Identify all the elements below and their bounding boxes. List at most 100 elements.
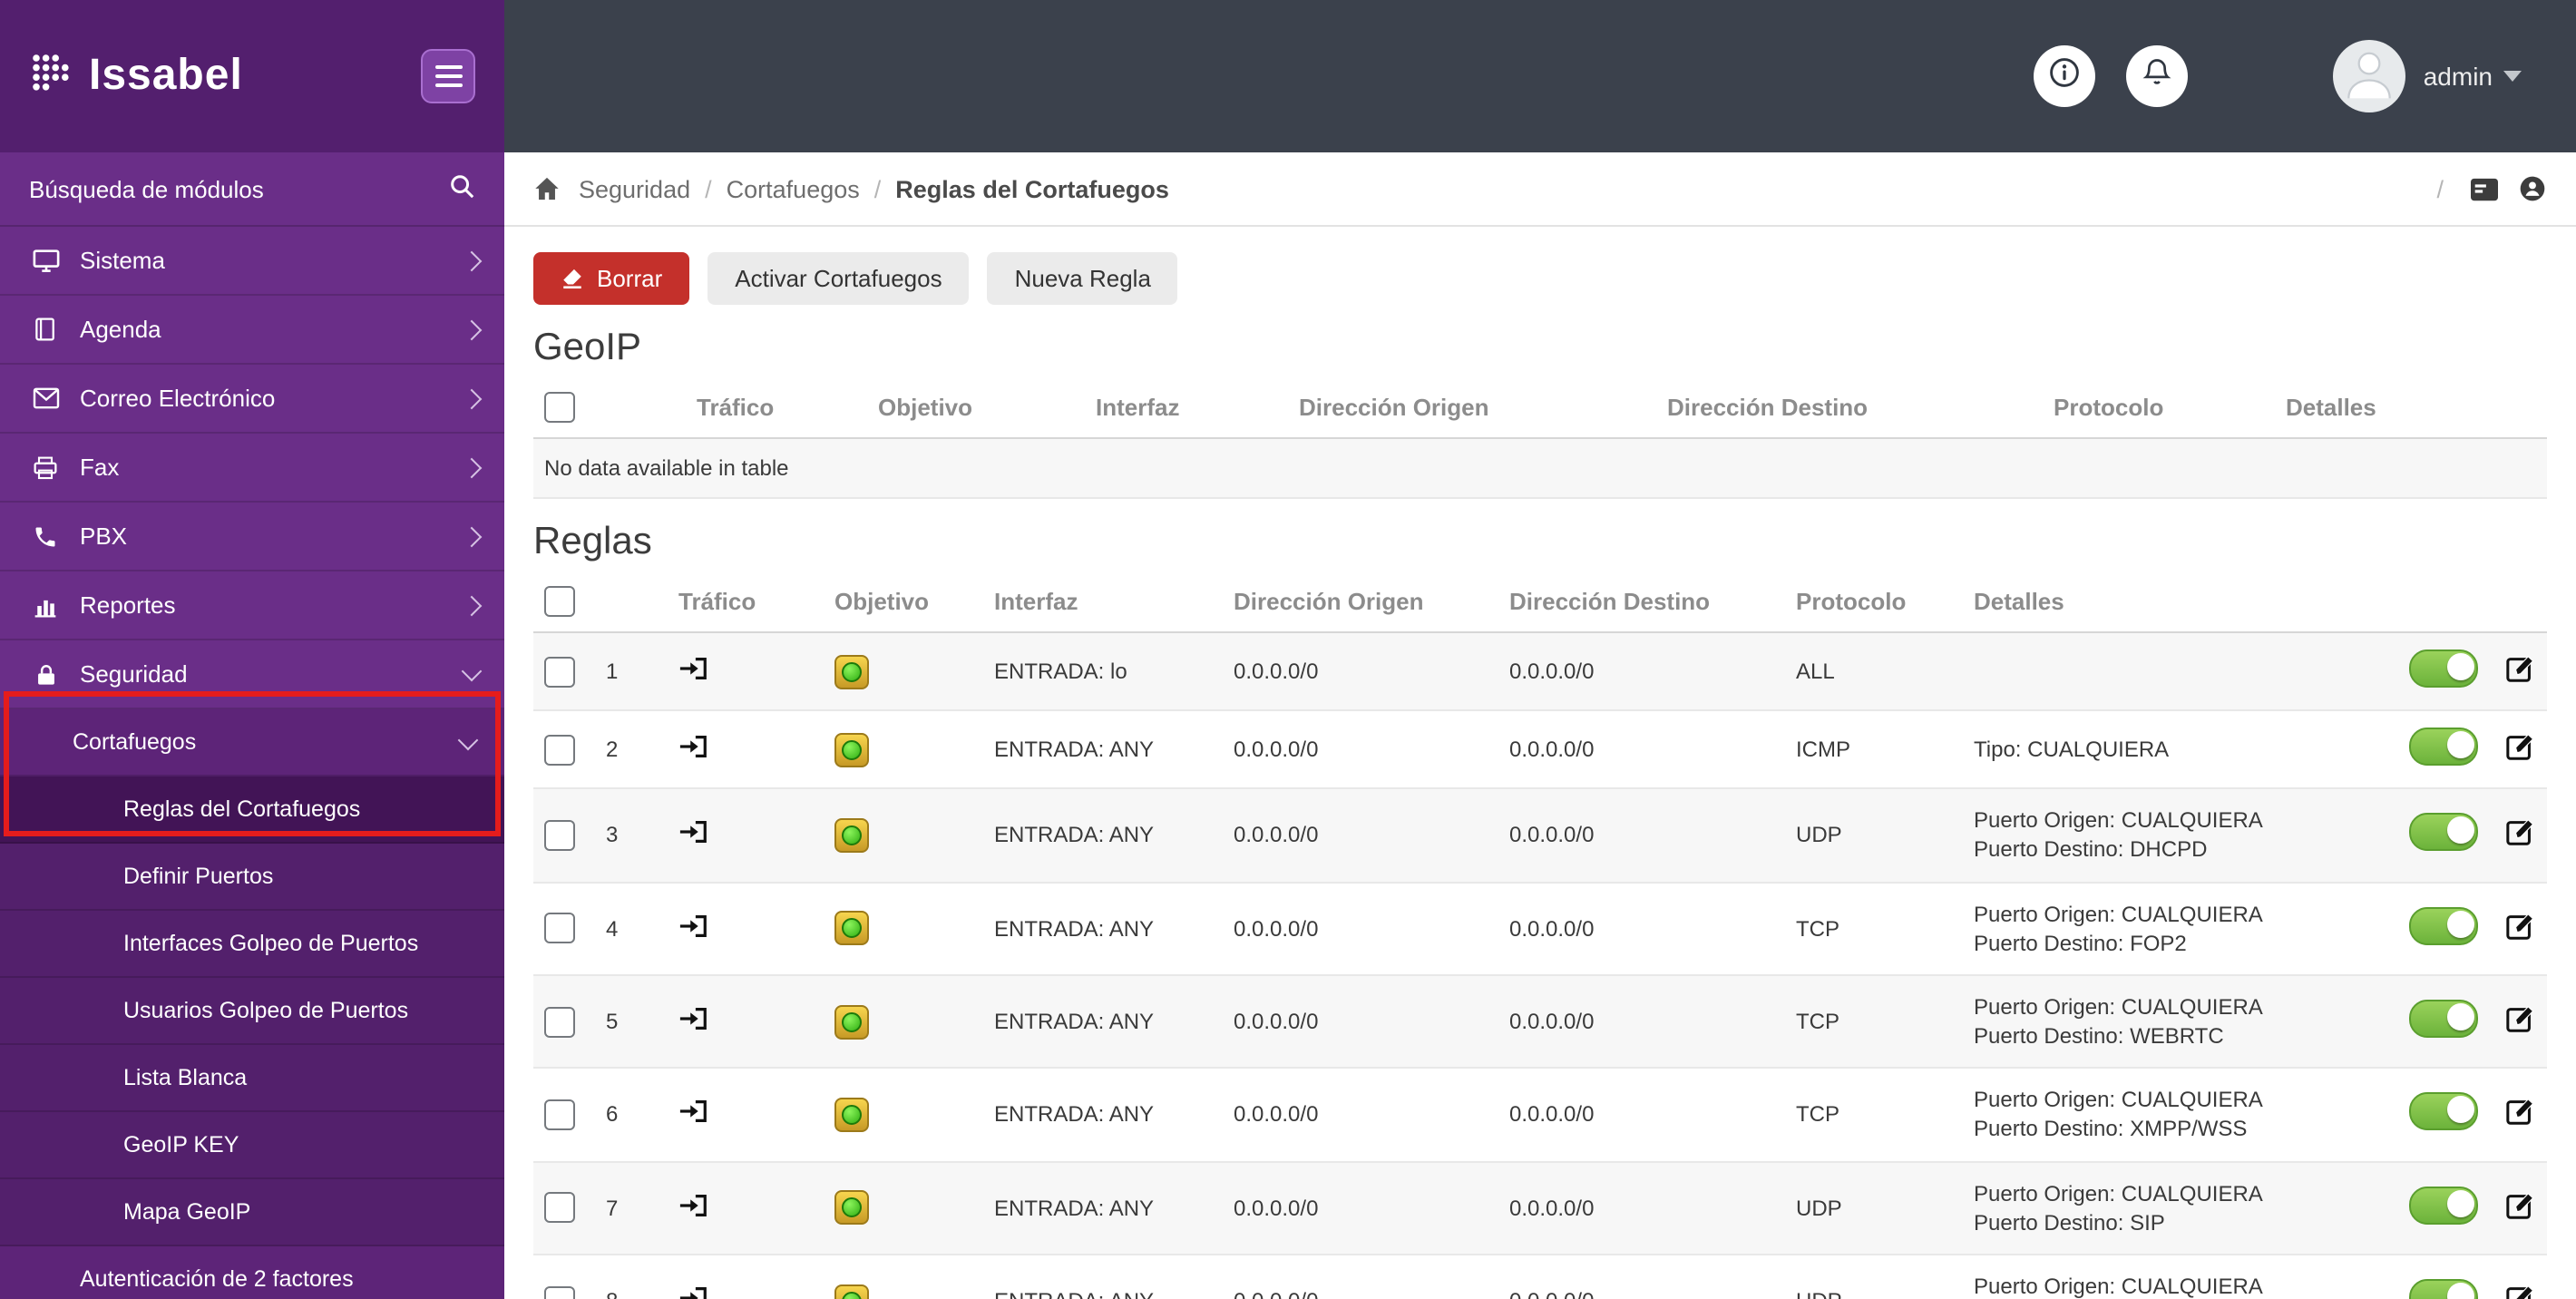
rule-row: 5 ENTRADA: ANY 0.0.0.0/0 0.0.0.0/0 TCP Puerto… <box>533 974 2547 1069</box>
sidebar-item-autenticacion-2-factores[interactable]: Autenticación de 2 factores <box>0 1246 504 1299</box>
rule-protocol: UDP <box>1785 1161 1963 1256</box>
breadcrumb-cortafuegos[interactable]: Cortafuegos <box>727 175 860 202</box>
rule-enabled-toggle[interactable] <box>2409 1279 2478 1299</box>
topbar: admin <box>504 0 2576 152</box>
rule-number: 3 <box>588 788 668 884</box>
traffic-light-icon <box>834 1190 869 1226</box>
rule-enabled-toggle[interactable] <box>2409 813 2478 852</box>
row-checkbox[interactable] <box>544 656 575 688</box>
rule-enabled-toggle[interactable] <box>2409 1186 2478 1225</box>
rule-enabled-toggle[interactable] <box>2409 906 2478 945</box>
row-checkbox[interactable] <box>544 819 575 851</box>
row-checkbox[interactable] <box>544 1006 575 1038</box>
rule-source: 0.0.0.0/0 <box>1223 632 1498 712</box>
rules-col-header: Dirección Destino <box>1498 571 1785 634</box>
sidebar-item-fax[interactable]: Fax <box>0 434 504 503</box>
chevron-right-icon <box>461 318 483 340</box>
rule-interface: ENTRADA: ANY <box>983 788 1223 884</box>
sidebar-item-definir-puertos[interactable]: Definir Puertos <box>0 844 504 911</box>
new-rule-button[interactable]: Nueva Regla <box>987 252 1178 305</box>
sidebar-item-lista-blanca[interactable]: Lista Blanca <box>0 1045 504 1112</box>
info-button[interactable] <box>2033 45 2095 107</box>
select-all-checkbox[interactable] <box>544 392 575 424</box>
edit-icon <box>2506 1192 2534 1219</box>
page-content: Borrar Activar Cortafuegos Nueva Regla G… <box>504 227 2576 1299</box>
sidebar-item-reportes[interactable]: Reportes <box>0 571 504 640</box>
edit-rule-button[interactable] <box>2505 1283 2536 1299</box>
sidebar-item-sistema[interactable]: Sistema <box>0 227 504 296</box>
main-area: admin Seguridad / Cortafuegos / Reglas d… <box>504 0 2576 1299</box>
edit-rule-button[interactable] <box>2505 1003 2536 1040</box>
sidebar-item-cortafuegos[interactable]: Cortafuegos <box>0 709 504 776</box>
sidebar-item-usuarios-golpeo-de-puertos[interactable]: Usuarios Golpeo de Puertos <box>0 978 504 1045</box>
rule-enabled-toggle[interactable] <box>2409 1000 2478 1039</box>
select-all-checkbox[interactable] <box>544 586 575 618</box>
sidebar-item-agenda[interactable]: Agenda <box>0 296 504 365</box>
sidebar-item-correo-electronico[interactable]: Correo Electrónico <box>0 365 504 434</box>
rule-number: 4 <box>588 882 668 976</box>
delete-button[interactable]: Borrar <box>533 252 690 305</box>
account-icon[interactable] <box>2518 174 2547 203</box>
rule-protocol: ALL <box>1785 632 1963 712</box>
bar-chart-icon <box>25 592 65 618</box>
rule-traffic <box>668 882 824 976</box>
sidebar: Issabel Búsqueda de módulos Sistema Agen… <box>0 0 504 1299</box>
enter-arrow-icon <box>678 1003 709 1034</box>
edit-rule-button[interactable] <box>2505 1097 2536 1133</box>
rule-traffic <box>668 974 824 1069</box>
edit-rule-button[interactable] <box>2505 731 2536 767</box>
rules-col-header: Detalles <box>1963 571 2398 634</box>
sidebar-item-interfaces-golpeo-de-puertos[interactable]: Interfaces Golpeo de Puertos <box>0 911 504 978</box>
eraser-icon <box>561 267 584 290</box>
sidebar-item-geoip-key[interactable]: GeoIP KEY <box>0 1112 504 1179</box>
sidebar-item-mapa-geoip[interactable]: Mapa GeoIP <box>0 1179 504 1246</box>
rule-source: 0.0.0.0/0 <box>1223 1161 1498 1256</box>
issabel-logo[interactable]: Issabel <box>29 50 243 103</box>
activate-firewall-button[interactable]: Activar Cortafuegos <box>707 252 970 305</box>
edit-rule-button[interactable] <box>2505 1190 2536 1226</box>
edit-rule-button[interactable] <box>2505 910 2536 946</box>
module-search[interactable]: Búsqueda de módulos <box>0 152 504 227</box>
sidebar-item-label: Cortafuegos <box>73 729 197 755</box>
edit-rule-button[interactable] <box>2505 817 2536 854</box>
sidebar-item-label: GeoIP KEY <box>123 1132 239 1157</box>
avatar[interactable] <box>2332 40 2405 112</box>
console-icon[interactable] <box>2469 175 2500 202</box>
rules-col-header: Objetivo <box>824 571 983 634</box>
rule-row: 4 ENTRADA: ANY 0.0.0.0/0 0.0.0.0/0 TCP Puerto… <box>533 882 2547 976</box>
edit-icon <box>2506 656 2534 682</box>
rule-source: 0.0.0.0/0 <box>1223 1255 1498 1299</box>
search-icon[interactable] <box>448 172 475 205</box>
traffic-light-icon <box>834 817 869 853</box>
breadcrumb-seguridad[interactable]: Seguridad <box>579 175 690 202</box>
row-checkbox[interactable] <box>544 913 575 944</box>
rule-target <box>824 974 983 1069</box>
traffic-light-icon <box>834 1284 869 1299</box>
notifications-button[interactable] <box>2125 45 2188 107</box>
sidebar-item-label: Fax <box>80 454 120 481</box>
row-checkbox[interactable] <box>544 1285 575 1299</box>
rule-traffic <box>668 632 824 712</box>
rule-enabled-toggle[interactable] <box>2409 728 2478 767</box>
geoip-section-title: GeoIP <box>533 327 642 368</box>
menu-toggle-button[interactable] <box>421 49 475 103</box>
row-checkbox[interactable] <box>544 1099 575 1130</box>
sidebar-item-label: Correo Electrónico <box>80 385 276 412</box>
rule-enabled-toggle[interactable] <box>2409 650 2478 689</box>
rule-source: 0.0.0.0/0 <box>1223 788 1498 884</box>
rule-traffic <box>668 1255 824 1299</box>
edit-rule-button[interactable] <box>2505 653 2536 689</box>
sidebar-item-pbx[interactable]: PBX <box>0 503 504 571</box>
sidebar-item-reglas-del-cortafuegos[interactable]: Reglas del Cortafuegos <box>0 776 504 844</box>
user-menu[interactable]: admin <box>2424 62 2522 91</box>
edit-icon <box>2506 1285 2534 1299</box>
row-checkbox[interactable] <box>544 1192 575 1224</box>
rule-enabled-toggle[interactable] <box>2409 1092 2478 1131</box>
logo-text: Issabel <box>89 51 243 100</box>
home-icon[interactable] <box>533 176 561 201</box>
row-checkbox[interactable] <box>544 734 575 766</box>
phone-icon <box>25 523 65 549</box>
sidebar-item-seguridad[interactable]: Seguridad <box>0 640 504 709</box>
rule-target <box>824 710 983 790</box>
rule-protocol: ICMP <box>1785 710 1963 790</box>
